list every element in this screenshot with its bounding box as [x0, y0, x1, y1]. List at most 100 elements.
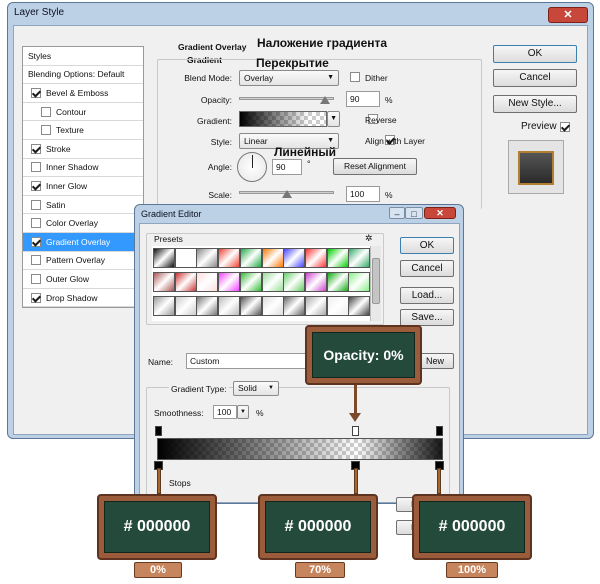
- ok-button[interactable]: OK: [493, 45, 577, 63]
- gradient-bar[interactable]: [157, 438, 443, 460]
- opacity-stop-left[interactable]: [155, 426, 162, 436]
- dither-checkbox[interactable]: [350, 72, 360, 82]
- preset-swatch[interactable]: [261, 248, 284, 268]
- editor-close-button[interactable]: ✕: [424, 207, 456, 219]
- preset-swatch[interactable]: [326, 296, 349, 316]
- style-item[interactable]: Outer Glow: [23, 270, 143, 289]
- preset-swatch[interactable]: [304, 248, 327, 268]
- editor-cancel-button[interactable]: Cancel: [400, 260, 454, 277]
- style-item[interactable]: Satin: [23, 196, 143, 215]
- close-button[interactable]: ✕: [548, 7, 588, 23]
- presets-scrollbar-thumb[interactable]: [372, 258, 380, 304]
- section-title: Gradient Overlay: [178, 42, 247, 52]
- preset-swatch[interactable]: [239, 296, 262, 316]
- style-item[interactable]: Inner Shadow: [23, 159, 143, 178]
- style-item-checkbox[interactable]: [41, 125, 51, 136]
- preset-swatch[interactable]: [174, 248, 197, 268]
- style-item-checkbox[interactable]: [31, 255, 41, 266]
- preset-swatch[interactable]: [348, 248, 371, 268]
- style-item[interactable]: Styles: [23, 47, 143, 66]
- smoothness-stepper[interactable]: ▼: [237, 405, 249, 419]
- chevron-down-icon: ▼: [330, 115, 337, 122]
- style-item-checkbox[interactable]: [31, 218, 41, 229]
- style-item[interactable]: Stroke: [23, 140, 143, 159]
- style-item-checkbox[interactable]: [41, 106, 51, 117]
- preset-swatch[interactable]: [174, 296, 197, 316]
- styles-list: Styles Blending Options: Default Bevel & E…: [22, 46, 144, 308]
- blend-mode-select[interactable]: Overlay ▼: [239, 70, 339, 86]
- gradient-type-select[interactable]: Solid ▼: [233, 381, 279, 396]
- preset-swatch[interactable]: [304, 272, 327, 292]
- style-item[interactable]: Pattern Overlay: [23, 252, 143, 271]
- style-item-label: Styles: [28, 50, 52, 61]
- style-item[interactable]: Blending Options: Default: [23, 66, 143, 85]
- editor-load-button[interactable]: Load...: [400, 287, 454, 304]
- style-item-checkbox[interactable]: [31, 180, 41, 191]
- presets-scrollbar[interactable]: [370, 246, 381, 321]
- editor-ok-button[interactable]: OK: [400, 237, 454, 254]
- minimize-button[interactable]: –: [389, 207, 405, 219]
- scale-field[interactable]: 100: [346, 186, 380, 202]
- preset-swatch[interactable]: [218, 248, 241, 268]
- preset-swatch[interactable]: [174, 272, 197, 292]
- name-field[interactable]: Custom: [186, 353, 306, 369]
- style-item-checkbox[interactable]: [31, 87, 41, 98]
- preview-checkbox[interactable]: [559, 122, 570, 132]
- opacity-unit: %: [385, 95, 393, 105]
- pct-label-100: 100%: [446, 562, 498, 578]
- opacity-stop-middle[interactable]: [352, 426, 359, 436]
- presets-menu-gear-icon[interactable]: ✲: [365, 233, 373, 244]
- scale-slider-thumb[interactable]: [281, 190, 292, 198]
- preset-swatch[interactable]: [326, 272, 349, 292]
- preset-swatch[interactable]: [239, 272, 262, 292]
- style-item-checkbox[interactable]: [31, 292, 41, 303]
- new-style-button[interactable]: New Style...: [493, 95, 577, 113]
- opacity-stop-right[interactable]: [436, 426, 443, 436]
- opacity-slider-thumb[interactable]: [319, 96, 330, 104]
- style-item-checkbox[interactable]: [31, 162, 41, 173]
- preset-swatch[interactable]: [239, 248, 262, 268]
- preset-swatch[interactable]: [283, 248, 306, 268]
- style-item-checkbox[interactable]: [31, 273, 41, 284]
- preset-swatch[interactable]: [153, 248, 175, 268]
- style-item[interactable]: Bevel & Emboss: [23, 84, 143, 103]
- preset-swatch[interactable]: [196, 272, 219, 292]
- stops-label: Stops: [169, 478, 191, 488]
- cancel-button[interactable]: Cancel: [493, 69, 577, 87]
- preset-swatch[interactable]: [326, 248, 349, 268]
- style-item[interactable]: Gradient Overlay: [23, 233, 143, 252]
- preset-swatch[interactable]: [196, 296, 219, 316]
- style-item[interactable]: Texture: [23, 121, 143, 140]
- preset-swatch[interactable]: [196, 248, 219, 268]
- angle-dial[interactable]: [237, 152, 267, 182]
- gradient-preview[interactable]: [239, 111, 327, 127]
- maximize-button[interactable]: □: [405, 207, 423, 219]
- style-item-checkbox[interactable]: [31, 236, 41, 247]
- style-item[interactable]: Color Overlay: [23, 214, 143, 233]
- preset-swatch[interactable]: [283, 272, 306, 292]
- preset-swatch[interactable]: [153, 272, 175, 292]
- preset-swatch[interactable]: [304, 296, 327, 316]
- style-item[interactable]: Drop Shadow: [23, 289, 143, 308]
- style-item[interactable]: Contour: [23, 103, 143, 122]
- preset-swatch[interactable]: [218, 272, 241, 292]
- preset-swatch[interactable]: [153, 296, 175, 316]
- scale-label: Scale:: [208, 190, 232, 200]
- angle-unit: °: [307, 159, 311, 169]
- preset-swatch[interactable]: [283, 296, 306, 316]
- preset-swatch[interactable]: [261, 272, 284, 292]
- reset-alignment-button[interactable]: Reset Alignment: [333, 158, 417, 175]
- style-item[interactable]: Inner Glow: [23, 177, 143, 196]
- smoothness-field[interactable]: 100: [213, 405, 237, 419]
- preset-swatch[interactable]: [348, 272, 371, 292]
- gradient-dropdown[interactable]: ▼: [327, 111, 340, 127]
- angle-field[interactable]: 90: [272, 159, 302, 175]
- editor-save-button[interactable]: Save...: [400, 309, 454, 326]
- style-item-checkbox[interactable]: [31, 199, 41, 210]
- preset-swatch[interactable]: [348, 296, 371, 316]
- preset-swatch[interactable]: [261, 296, 284, 316]
- style-item-label: Color Overlay: [46, 218, 98, 229]
- style-item-checkbox[interactable]: [31, 143, 41, 154]
- preset-swatch[interactable]: [218, 296, 241, 316]
- opacity-field[interactable]: 90: [346, 91, 380, 107]
